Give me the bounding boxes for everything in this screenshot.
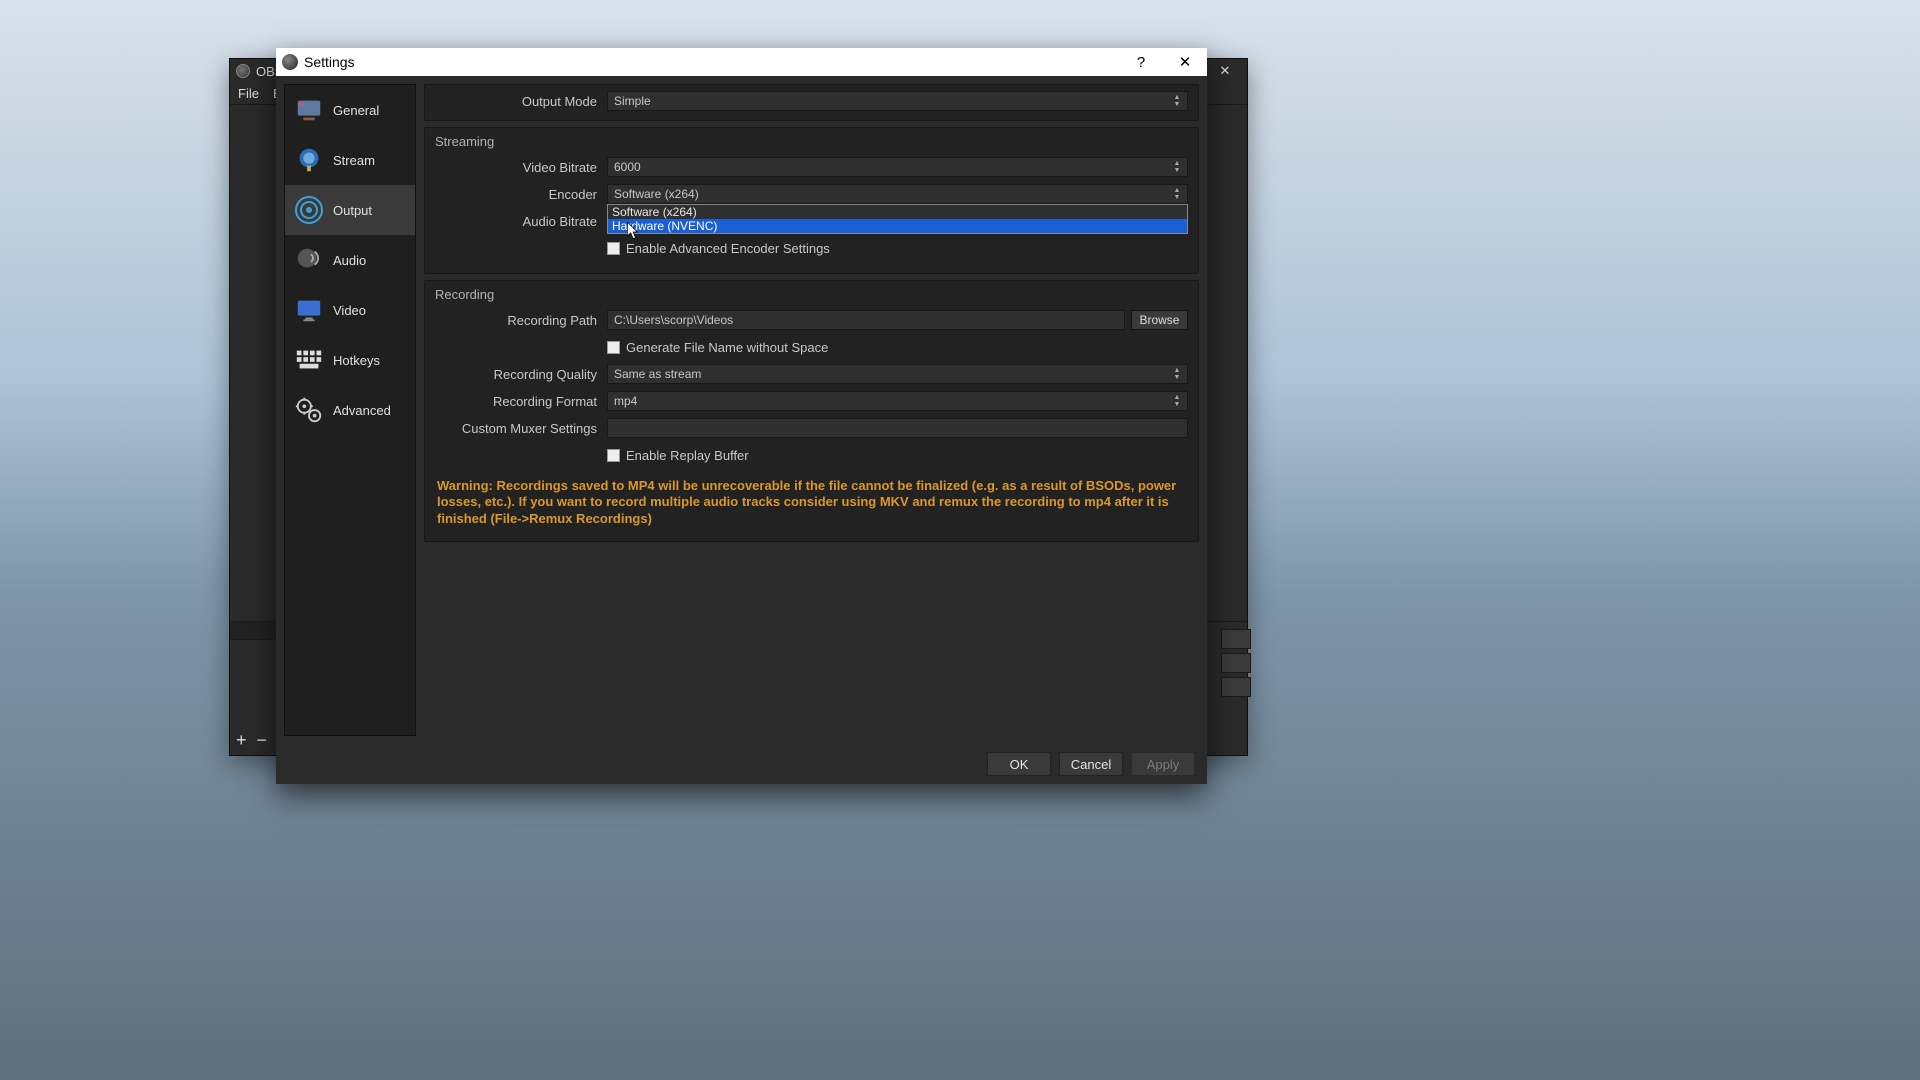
recording-format-select[interactable]: mp4 ▲▼ — [607, 391, 1188, 411]
audio-bitrate-label: Audio Bitrate — [435, 214, 607, 229]
recording-group: Recording Recording Path C:\Users\scorp\… — [424, 280, 1199, 542]
recording-path-label: Recording Path — [435, 313, 607, 328]
obs-logo-icon — [282, 54, 298, 70]
obs-scenes-add-remove[interactable]: + − — [236, 730, 267, 751]
general-icon — [293, 94, 325, 126]
obs-close-button[interactable]: ✕ — [1203, 59, 1247, 83]
replay-buffer-label: Enable Replay Buffer — [626, 448, 749, 463]
advanced-icon — [293, 394, 325, 426]
sidebar-item-audio[interactable]: Audio — [285, 235, 415, 285]
sidebar-item-advanced[interactable]: Advanced — [285, 385, 415, 435]
encoder-value: Software (x264) — [614, 187, 699, 201]
chevrons-icon: ▲▼ — [1169, 93, 1185, 109]
sidebar-item-label: Hotkeys — [333, 353, 380, 368]
encoder-dropdown[interactable]: Software (x264) Hardware (NVENC) — [607, 204, 1188, 234]
obs-menu-file[interactable]: File — [238, 86, 259, 101]
video-bitrate-input[interactable]: 6000 ▲▼ — [607, 157, 1188, 177]
encoder-label: Encoder — [435, 187, 607, 202]
help-button[interactable]: ? — [1119, 48, 1163, 76]
settings-footer: OK Cancel Apply — [276, 744, 1207, 784]
settings-titlebar[interactable]: Settings ? ✕ — [276, 48, 1207, 76]
hotkeys-icon — [293, 344, 325, 376]
sidebar-item-hotkeys[interactable]: Hotkeys — [285, 335, 415, 385]
cancel-button[interactable]: Cancel — [1059, 752, 1123, 776]
recording-quality-select[interactable]: Same as stream ▲▼ — [607, 364, 1188, 384]
plus-icon[interactable]: + — [236, 730, 247, 751]
streaming-group: Streaming Video Bitrate 6000 ▲▼ Encoder — [424, 127, 1199, 274]
streaming-title: Streaming — [435, 134, 1188, 149]
recording-path-value: C:\Users\scorp\Videos — [614, 313, 733, 327]
obs-right-clipped-button[interactable] — [1221, 677, 1251, 697]
stream-icon — [293, 144, 325, 176]
mp4-warning: Warning: Recordings saved to MP4 will be… — [435, 470, 1188, 531]
spin-arrows-icon[interactable]: ▲▼ — [1169, 159, 1185, 175]
settings-dialog: Settings ? ✕ General Stream — [276, 48, 1207, 784]
recording-format-value: mp4 — [614, 394, 637, 408]
recording-quality-value: Same as stream — [614, 367, 701, 381]
replay-buffer-checkbox[interactable] — [607, 449, 620, 462]
encoder-option-hardware[interactable]: Hardware (NVENC) — [608, 219, 1187, 233]
sidebar-item-stream[interactable]: Stream — [285, 135, 415, 185]
sidebar-item-label: Video — [333, 303, 366, 318]
gen-filename-label: Generate File Name without Space — [626, 340, 828, 355]
output-icon — [293, 194, 325, 226]
obs-logo-icon — [236, 64, 250, 78]
gen-filename-checkbox[interactable] — [607, 341, 620, 354]
settings-title: Settings — [304, 54, 355, 70]
video-icon — [293, 294, 325, 326]
audio-icon — [293, 244, 325, 276]
encoder-select[interactable]: Software (x264) ▲▼ — [607, 184, 1188, 204]
output-mode-label: Output Mode — [435, 94, 607, 109]
chevrons-icon: ▲▼ — [1169, 393, 1185, 409]
recording-path-input[interactable]: C:\Users\scorp\Videos — [607, 310, 1125, 330]
settings-sidebar: General Stream Output Audio — [284, 84, 416, 736]
output-mode-select[interactable]: Simple ▲▼ — [607, 91, 1188, 111]
sidebar-item-label: Audio — [333, 253, 366, 268]
recording-format-label: Recording Format — [435, 394, 607, 409]
encoder-option-software[interactable]: Software (x264) — [608, 205, 1187, 219]
browse-button[interactable]: Browse — [1131, 310, 1188, 330]
output-mode-value: Simple — [614, 94, 651, 108]
sidebar-item-general[interactable]: General — [285, 85, 415, 135]
sidebar-item-label: Advanced — [333, 403, 391, 418]
sidebar-item-label: Stream — [333, 153, 375, 168]
ok-button[interactable]: OK — [987, 752, 1051, 776]
enable-advanced-label: Enable Advanced Encoder Settings — [626, 241, 830, 256]
close-button[interactable]: ✕ — [1163, 48, 1207, 76]
recording-title: Recording — [435, 287, 1188, 302]
muxer-label: Custom Muxer Settings — [435, 421, 607, 436]
minus-icon[interactable]: − — [257, 730, 268, 751]
sidebar-item-label: General — [333, 103, 379, 118]
obs-right-clipped-button[interactable] — [1221, 653, 1251, 673]
enable-advanced-checkbox[interactable] — [607, 242, 620, 255]
video-bitrate-value: 6000 — [614, 160, 641, 174]
recording-quality-label: Recording Quality — [435, 367, 607, 382]
sidebar-item-label: Output — [333, 203, 372, 218]
chevrons-icon: ▲▼ — [1169, 186, 1185, 202]
apply-button[interactable]: Apply — [1131, 752, 1195, 776]
video-bitrate-label: Video Bitrate — [435, 160, 607, 175]
sidebar-item-video[interactable]: Video — [285, 285, 415, 335]
chevrons-icon: ▲▼ — [1169, 366, 1185, 382]
muxer-input[interactable] — [607, 418, 1188, 438]
sidebar-item-output[interactable]: Output — [285, 185, 415, 235]
obs-right-clipped-button[interactable] — [1221, 629, 1251, 649]
